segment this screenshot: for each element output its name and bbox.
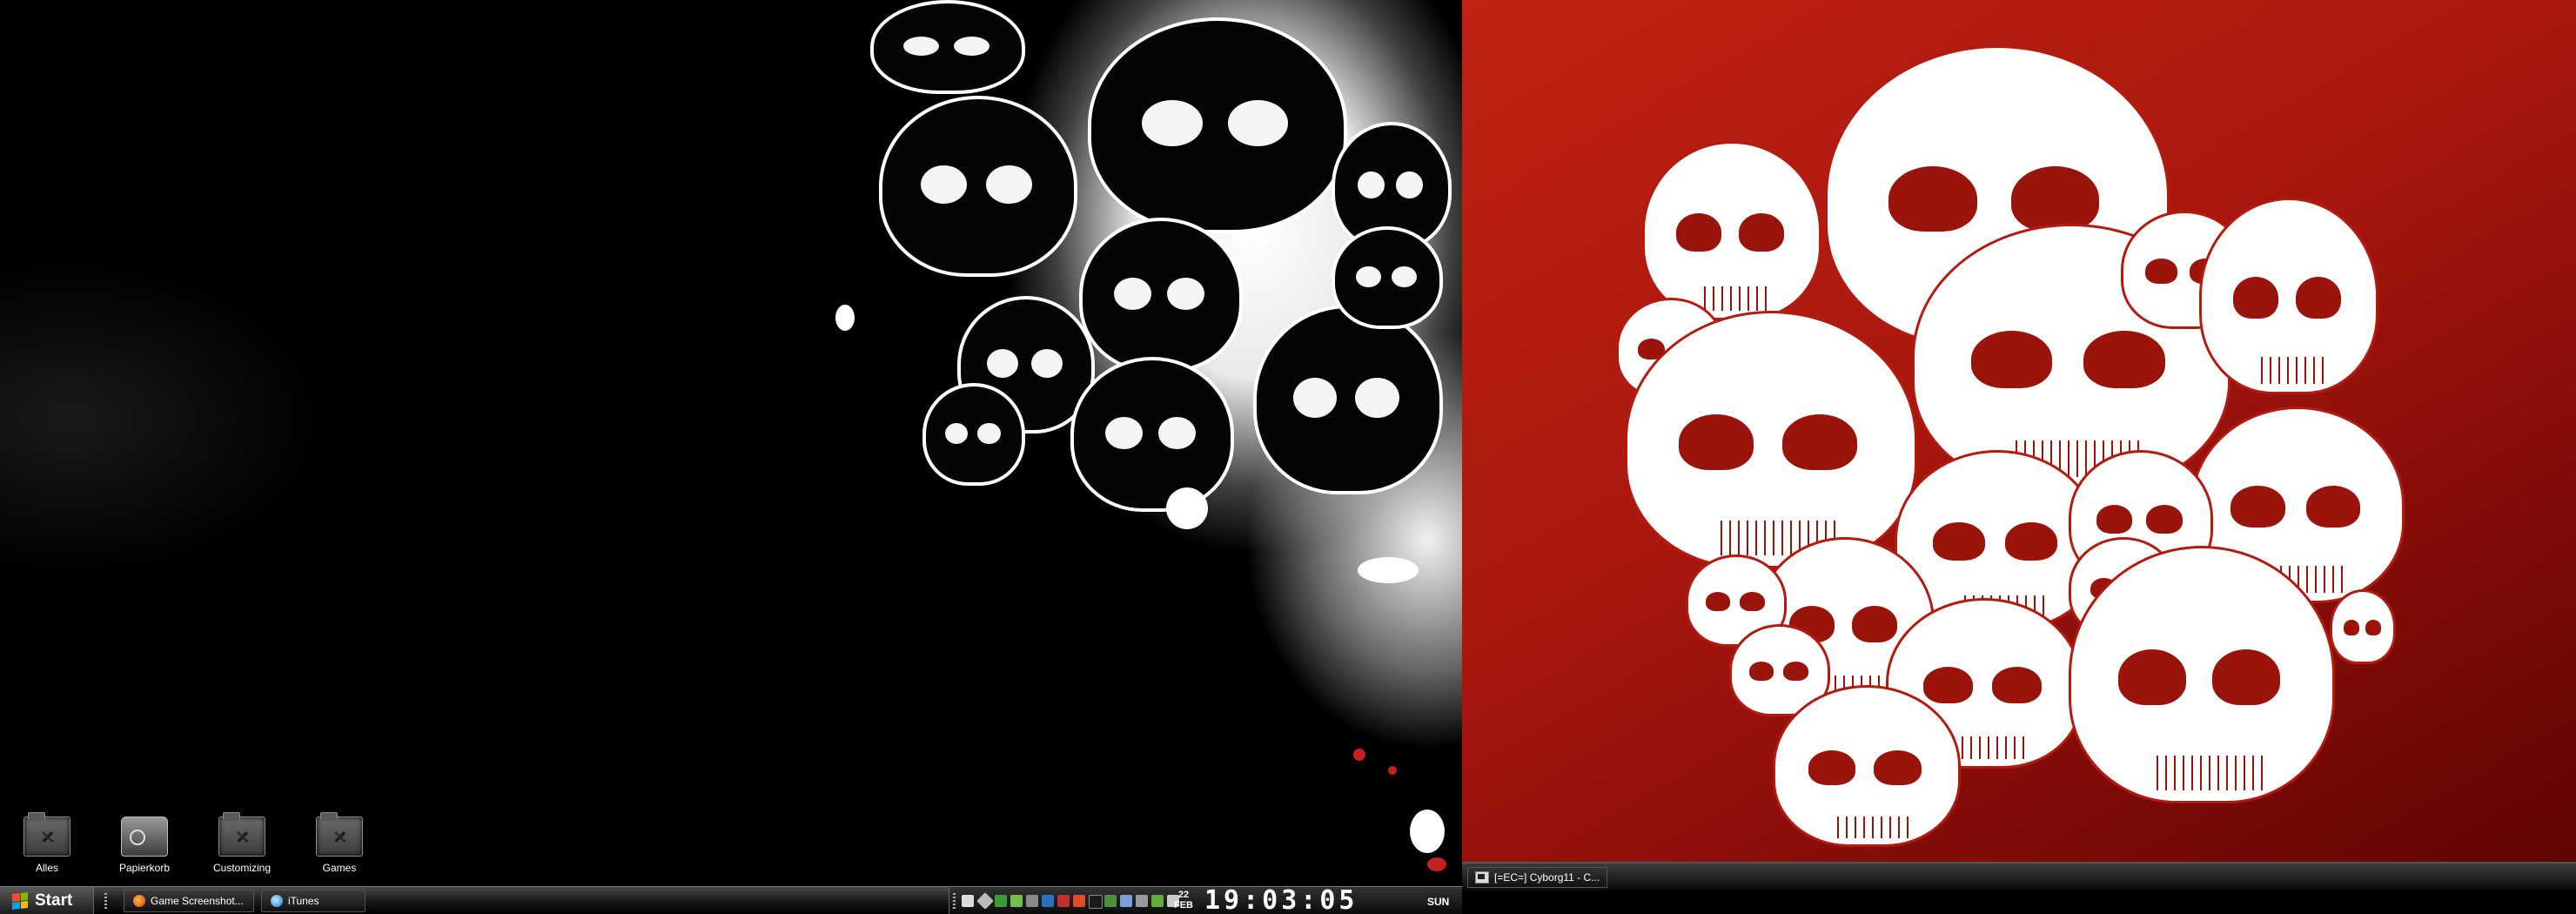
task-label: Game Screenshot... xyxy=(151,895,244,907)
clock-time[interactable]: 19:03:05 xyxy=(1204,885,1358,914)
right-monitor: [=EC=] Cyborg11 - C... xyxy=(1462,0,2576,914)
tray-icon-13[interactable] xyxy=(1151,895,1164,907)
tray-icon-5[interactable] xyxy=(1026,895,1038,907)
desktop-wallpaper-skulls-red xyxy=(1462,0,2576,862)
paint-splatter xyxy=(1166,487,1208,529)
wallpaper-skull xyxy=(1627,313,1915,566)
desktop-icon-label: Games xyxy=(322,862,357,874)
taskbar-button-cyborg11[interactable]: [=EC=] Cyborg11 - C... xyxy=(1467,867,1608,888)
desktop-icon-label: Customizing xyxy=(212,862,272,874)
left-monitor: Alles Papierkorb Customizing Games Start… xyxy=(0,0,1462,914)
task-label: iTunes xyxy=(288,895,319,907)
wallpaper-skull xyxy=(879,96,1077,277)
wallpaper-skull xyxy=(870,0,1025,94)
desktop-icon-games[interactable]: Games xyxy=(296,812,383,874)
console-icon xyxy=(1475,871,1489,884)
clock-day-number: 22 xyxy=(1177,890,1190,900)
tray-icon-12[interactable] xyxy=(1136,895,1148,907)
wallpaper-skull xyxy=(2071,548,2332,801)
taskbar: Start Game Screenshot... iTunes 22 FEB 1… xyxy=(0,885,1462,914)
tray-icon-11[interactable] xyxy=(1120,895,1132,907)
taskbar-grip[interactable] xyxy=(104,893,107,909)
tray-icon-8[interactable] xyxy=(1073,895,1085,907)
folder-icon xyxy=(316,812,363,857)
desktop-icon-papierkorb[interactable]: Papierkorb xyxy=(101,817,188,874)
taskbar-button-itunes[interactable]: iTunes xyxy=(261,890,366,912)
folder-icon xyxy=(218,812,265,857)
red-splatter xyxy=(1388,766,1397,775)
clock-weekday: SUN xyxy=(1427,896,1450,908)
wallpaper-skull xyxy=(2332,592,2393,662)
recycle-bin-icon xyxy=(121,817,168,857)
desktop-wallpaper-skulls-bw xyxy=(0,0,1462,886)
tray-icon-10[interactable] xyxy=(1104,895,1117,907)
firefox-icon xyxy=(133,895,145,907)
tray-grip[interactable] xyxy=(953,893,956,909)
wallpaper-skull xyxy=(1070,357,1234,512)
wallpaper-skull xyxy=(1332,226,1443,329)
tray-icon-2[interactable] xyxy=(976,892,994,910)
wallpaper-skull xyxy=(1732,627,1828,714)
tray-icon-3[interactable] xyxy=(995,895,1007,907)
clock-month: FEB xyxy=(1174,900,1193,911)
clock-date: 22 FEB xyxy=(1173,890,1194,911)
tray-icon-6[interactable] xyxy=(1042,895,1054,907)
windows-logo-icon xyxy=(12,892,28,910)
desktop-icon-label: Papierkorb xyxy=(118,862,171,874)
tray-icon-1[interactable] xyxy=(962,895,974,907)
itunes-icon xyxy=(271,895,283,907)
secondary-taskbar: [=EC=] Cyborg11 - C... xyxy=(1462,862,2576,914)
start-label: Start xyxy=(35,891,73,910)
start-button[interactable]: Start xyxy=(0,887,94,914)
wallpaper-skull xyxy=(1645,144,1819,318)
folder-icon xyxy=(23,812,70,857)
tray-icon-4[interactable] xyxy=(1010,895,1023,907)
taskbar-button-game-screenshot[interactable]: Game Screenshot... xyxy=(124,890,254,912)
wallpaper-skull xyxy=(1775,688,1958,844)
desktop-icon-customizing[interactable]: Customizing xyxy=(198,812,285,874)
task-label: [=EC=] Cyborg11 - C... xyxy=(1494,871,1600,884)
desktop-icon-label: Alles xyxy=(35,862,58,874)
wallpaper-skull xyxy=(2202,200,2376,392)
wallpaper-skull xyxy=(922,383,1025,486)
tray-icon-9[interactable] xyxy=(1089,895,1103,909)
paint-splatter xyxy=(1358,557,1419,583)
wallpaper-skull xyxy=(1253,305,1443,494)
paint-splatter xyxy=(1410,810,1445,853)
red-splatter xyxy=(1427,857,1446,871)
wallpaper-skull xyxy=(1079,218,1243,373)
red-splatter xyxy=(1353,749,1365,761)
wallpaper-skull xyxy=(1088,17,1347,233)
paint-splatter xyxy=(835,305,855,331)
tray-icon-7[interactable] xyxy=(1057,895,1070,907)
taskbar-strip xyxy=(1462,864,2576,890)
desktop-icon-alles[interactable]: Alles xyxy=(3,812,91,874)
